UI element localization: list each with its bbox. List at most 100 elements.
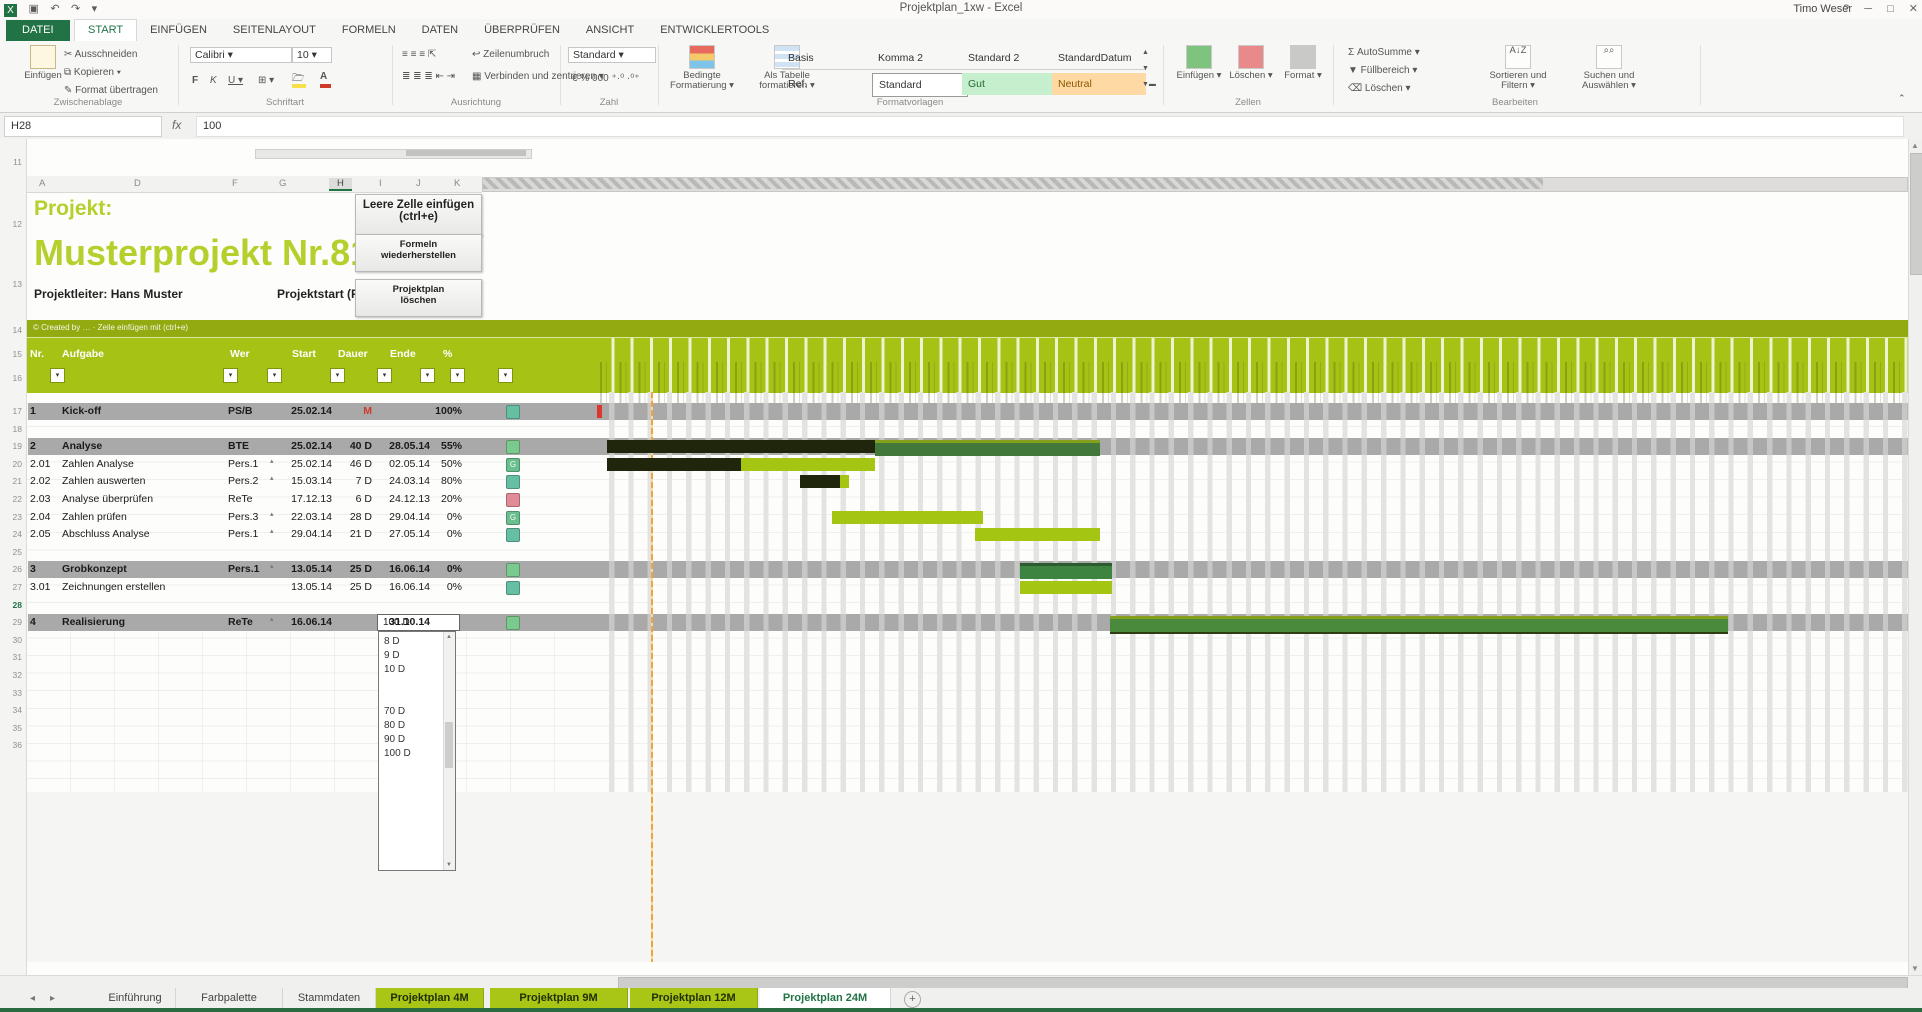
formula-input[interactable]: 100 [196, 116, 1904, 137]
row-header-16[interactable]: 16 [13, 373, 22, 383]
copy-button[interactable]: ⧉ Kopieren ▾ [64, 67, 121, 78]
sheet-tab-projektplan-24m[interactable]: Projektplan 24M [760, 988, 891, 1008]
table-row[interactable]: 2.05Abschluss AnalysePers.1▴29.04.1421 D… [0, 526, 1922, 543]
status-icon[interactable] [506, 616, 520, 630]
vertical-scroll-thumb[interactable] [1910, 153, 1922, 275]
table-row[interactable]: 1Kick-offPS/B25.02.14M100% [0, 403, 1922, 420]
scroll-up-icon[interactable]: ▲ [446, 634, 452, 640]
column-header-A[interactable]: A [39, 178, 45, 189]
timeline-scrollbar-thumb[interactable] [483, 178, 1543, 189]
format-painter-button[interactable]: ✎ Format übertragen [64, 85, 158, 96]
sheet-tab-projektplan-9m[interactable]: Projektplan 9M [490, 988, 628, 1008]
tab-datei[interactable]: DATEI [6, 20, 70, 41]
table-row[interactable]: 2.01Zahlen AnalysePers.1▴25.02.1446 D02.… [0, 456, 1922, 473]
scroll-down-icon[interactable]: ▼ [446, 862, 452, 868]
table-row[interactable]: 3GrobkonzeptPers.1▴13.05.1425 D16.06.140… [0, 561, 1922, 578]
status-icon[interactable] [506, 475, 520, 489]
sheet-tab-stammdaten[interactable]: Stammdaten [283, 988, 376, 1008]
sheet-nav-prev-icon[interactable]: ◂ [30, 993, 35, 1004]
macro-button-2[interactable]: Formelnwiederherstellen [355, 234, 482, 272]
cells-format-button[interactable]: Format ▾ [1279, 45, 1327, 81]
align-top-icons[interactable]: ≡ ≡ ≡ ⇱ [402, 49, 436, 60]
filter-dropdown-icon[interactable]: ▾ [330, 368, 345, 383]
dropdown-item[interactable]: 10 D [384, 663, 405, 677]
column-header-D[interactable]: D [134, 178, 141, 189]
italic-button[interactable]: K [210, 75, 217, 86]
status-icon[interactable]: G [506, 458, 520, 472]
dropdown-scrollbar[interactable]: ▲ ▼ [443, 632, 455, 870]
number-icons[interactable]: € % 000 ⁺·⁰ ·⁰⁺ [572, 73, 640, 84]
column-header-J[interactable]: J [416, 178, 421, 189]
vertical-scrollbar[interactable]: ▲ ▼ [1908, 139, 1922, 975]
style-standarddatum[interactable]: StandardDatum [1052, 47, 1146, 70]
close-button[interactable]: ✕ [1909, 3, 1918, 15]
styles-scroll-down-icon[interactable]: ▼ [1142, 65, 1149, 72]
underline-button[interactable]: U ▾ [228, 75, 243, 86]
fill-color-button[interactable]: 🗁 [292, 71, 304, 88]
fill-button[interactable]: ▼ Füllbereich ▾ [1348, 65, 1417, 76]
ribbon-tab-ansicht[interactable]: ANSICHT [573, 20, 647, 41]
dropdown-item[interactable]: 80 D [384, 719, 405, 733]
dropdown-item[interactable]: 90 D [384, 733, 405, 747]
status-icon[interactable]: G [506, 511, 520, 525]
status-icon[interactable] [506, 493, 520, 507]
fx-icon[interactable]: fx [172, 118, 181, 132]
sheet-tab-einführung[interactable]: Einführung [95, 988, 176, 1008]
status-icon[interactable] [506, 563, 520, 577]
cut-button[interactable]: ✂ Ausschneiden [64, 49, 137, 60]
cells-insert-button[interactable]: Einfügen ▾ [1175, 45, 1223, 81]
timeline-scrollbar[interactable] [482, 177, 1908, 192]
cells-delete-button[interactable]: Löschen ▾ [1227, 45, 1275, 81]
macro-button-3[interactable]: Projektplanlöschen [355, 279, 482, 317]
align-bottom-icons[interactable]: ≣ ≣ ≣ ⇤ ⇥ [402, 71, 455, 82]
sheet-nav-next-icon[interactable]: ▸ [50, 993, 55, 1004]
minimize-button[interactable]: ─ [1864, 3, 1872, 15]
font-size-combo[interactable]: 10 ▾ [292, 47, 332, 63]
row-header-32[interactable]: 32 [13, 670, 22, 680]
filter-dropdown-icon[interactable]: ▾ [498, 368, 513, 383]
pane-split-thumb[interactable] [406, 150, 526, 156]
column-header-K[interactable]: K [454, 178, 460, 189]
number-format-combo[interactable]: Standard ▾ [568, 47, 656, 63]
dropdown-item[interactable]: 9 D [384, 649, 400, 663]
ribbon-tab-daten[interactable]: DATEN [409, 20, 471, 41]
styles-scroll-up-icon[interactable]: ▲ [1142, 49, 1149, 56]
filter-dropdown-icon[interactable]: ▾ [267, 368, 282, 383]
filter-dropdown-icon[interactable]: ▾ [420, 368, 435, 383]
row-header-12[interactable]: 12 [13, 219, 22, 229]
filter-dropdown-icon[interactable]: ▾ [377, 368, 392, 383]
row-header-33[interactable]: 33 [13, 688, 22, 698]
ribbon-tab-formeln[interactable]: FORMELN [329, 20, 409, 41]
status-icon[interactable] [506, 581, 520, 595]
scroll-down-icon[interactable]: ▼ [1911, 964, 1919, 973]
filter-dropdown-icon[interactable]: ▾ [50, 368, 65, 383]
dropdown-scroll-thumb[interactable] [445, 722, 453, 768]
autosum-button[interactable]: Σ AutoSumme ▾ [1348, 47, 1420, 58]
row-header-28[interactable]: 28 [13, 600, 22, 610]
ribbon-tab-einfügen[interactable]: EINFÜGEN [137, 20, 220, 41]
column-header-F[interactable]: F [232, 178, 238, 189]
help-button[interactable]: ? [1843, 3, 1849, 15]
horizontal-scrollbar[interactable] [0, 975, 1922, 989]
table-row[interactable]: 2.02Zahlen auswertenPers.2▴15.03.147 D24… [0, 473, 1922, 490]
filter-dropdown-icon[interactable]: ▾ [223, 368, 238, 383]
maximize-button[interactable]: □ [1887, 3, 1894, 15]
column-header-H[interactable]: H [329, 178, 352, 191]
styles-more-icon[interactable]: ▼▬ [1142, 81, 1156, 88]
row-header-30[interactable]: 30 [13, 635, 22, 645]
sheet-tab-projektplan-4m[interactable]: Projektplan 4M [376, 988, 484, 1008]
clear-button[interactable]: ⌫ Löschen ▾ [1348, 83, 1411, 94]
macro-button-1[interactable]: Leere Zelle einfügen(ctrl+e) [355, 194, 482, 236]
bold-button[interactable]: F [192, 75, 198, 86]
style-standard[interactable]: Standard [872, 73, 968, 97]
row-header-31[interactable]: 31 [13, 652, 22, 662]
borders-button[interactable]: ⊞ ▾ [258, 75, 274, 86]
style-komma-2[interactable]: Komma 2 [872, 47, 966, 70]
add-sheet-button[interactable]: + [904, 991, 921, 1008]
dropdown-item[interactable]: 8 D [384, 635, 400, 649]
duration-dropdown-list[interactable]: ▲ ▼ 8 D9 D10 D70 D80 D90 D100 D [378, 631, 456, 871]
sort-filter-button[interactable]: A↓ZSortieren und Filtern ▾ [1478, 45, 1558, 91]
pane-split-slider[interactable] [255, 149, 532, 159]
style-neutral[interactable]: Neutral [1052, 73, 1146, 95]
font-name-combo[interactable]: Calibri ▾ [190, 47, 292, 63]
